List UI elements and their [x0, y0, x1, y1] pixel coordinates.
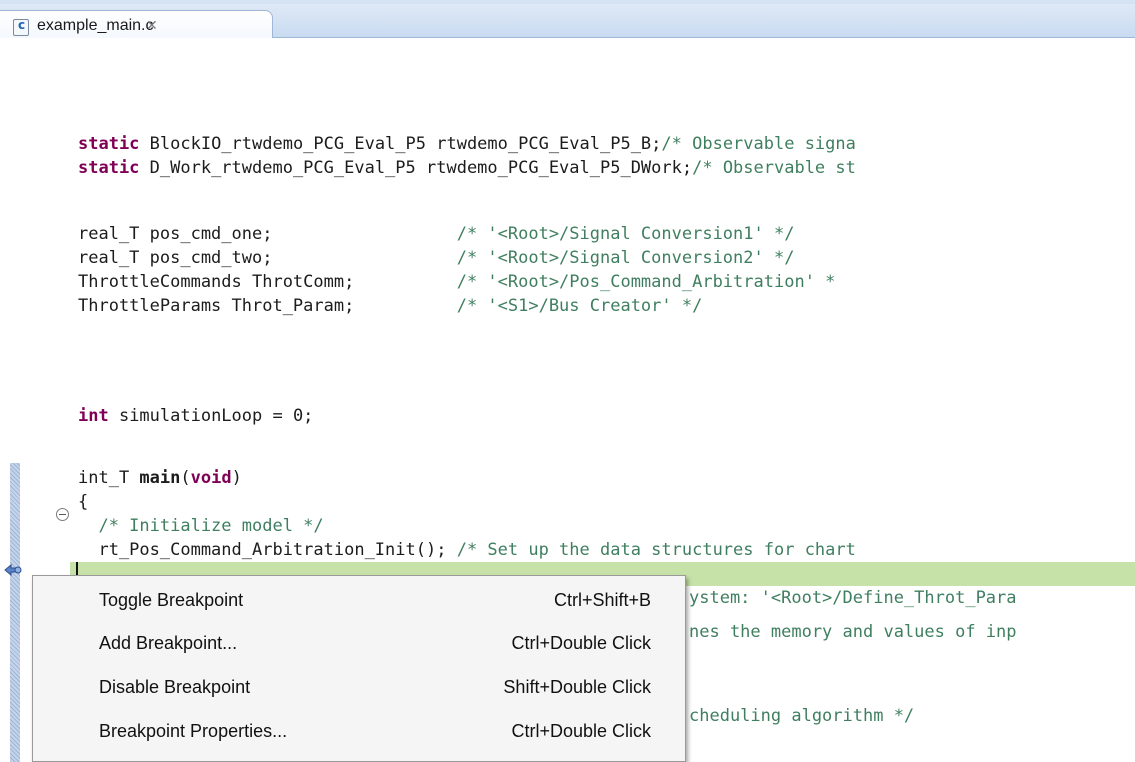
code-line: real_T pos_cmd_one; /* '<Root>/Signal Co…	[78, 224, 795, 244]
code-line: int simulationLoop = 0;	[78, 406, 314, 426]
code-line: static D_Work_rtwdemo_PCG_Eval_P5 rtwdem…	[78, 158, 856, 178]
code-line: real_T pos_cmd_two; /* '<Root>/Signal Co…	[78, 248, 795, 268]
c-file-icon	[13, 18, 29, 36]
menu-item-shortcut: Ctrl+Shift+B	[553, 590, 651, 610]
code-line: ThrottleParams Throt_Param; /* '<S1>/Bus…	[78, 296, 703, 316]
code-line: /* Initialize model */	[78, 516, 324, 536]
code-line: cheduling algorithm */	[689, 706, 915, 726]
editor-tab-bar: example_main.c ✕	[0, 0, 1135, 42]
menu-item-label: Add Breakpoint...	[99, 633, 238, 653]
breakpoint-marker-icon	[4, 562, 22, 577]
context-menu: Toggle Breakpoint Ctrl+Shift+B Add Break…	[32, 575, 686, 762]
tab-title: example_main.c	[37, 17, 154, 34]
menu-item-shortcut: Ctrl+Double Click	[511, 721, 651, 741]
code-line: ystem: '<Root>/Define_Throt_Para	[689, 588, 1017, 608]
overview-ruler	[10, 463, 20, 762]
close-icon[interactable]: ✕	[146, 18, 160, 34]
menu-item-disable-breakpoint[interactable]: Disable Breakpoint Shift+Double Click	[33, 669, 685, 709]
code-line: ThrottleCommands ThrotComm; /* '<Root>/P…	[78, 272, 836, 292]
code-line: {	[78, 492, 89, 512]
menu-item-label: Disable Breakpoint	[99, 677, 251, 697]
code-line: static BlockIO_rtwdemo_PCG_Eval_P5 rtwde…	[78, 134, 856, 154]
menu-item-toggle-breakpoint[interactable]: Toggle Breakpoint Ctrl+Shift+B	[33, 582, 685, 622]
menu-item-label: Toggle Breakpoint	[99, 590, 244, 610]
menu-item-breakpoint-properties[interactable]: Breakpoint Properties... Ctrl+Double Cli…	[33, 713, 685, 753]
menu-item-label: Breakpoint Properties...	[99, 721, 288, 741]
menu-item-shortcut: Ctrl+Double Click	[511, 633, 651, 653]
menu-item-shortcut: Shift+Double Click	[503, 677, 651, 697]
collapse-icon[interactable]	[56, 508, 69, 521]
code-line-current: rt_Pos_Command_Arbitration_Init(); /* Se…	[78, 540, 856, 560]
code-line: int_T main(void)	[78, 468, 242, 488]
code-line: nes the memory and values of inp	[689, 622, 1017, 642]
menu-item-add-breakpoint[interactable]: Add Breakpoint... Ctrl+Double Click	[33, 625, 685, 665]
